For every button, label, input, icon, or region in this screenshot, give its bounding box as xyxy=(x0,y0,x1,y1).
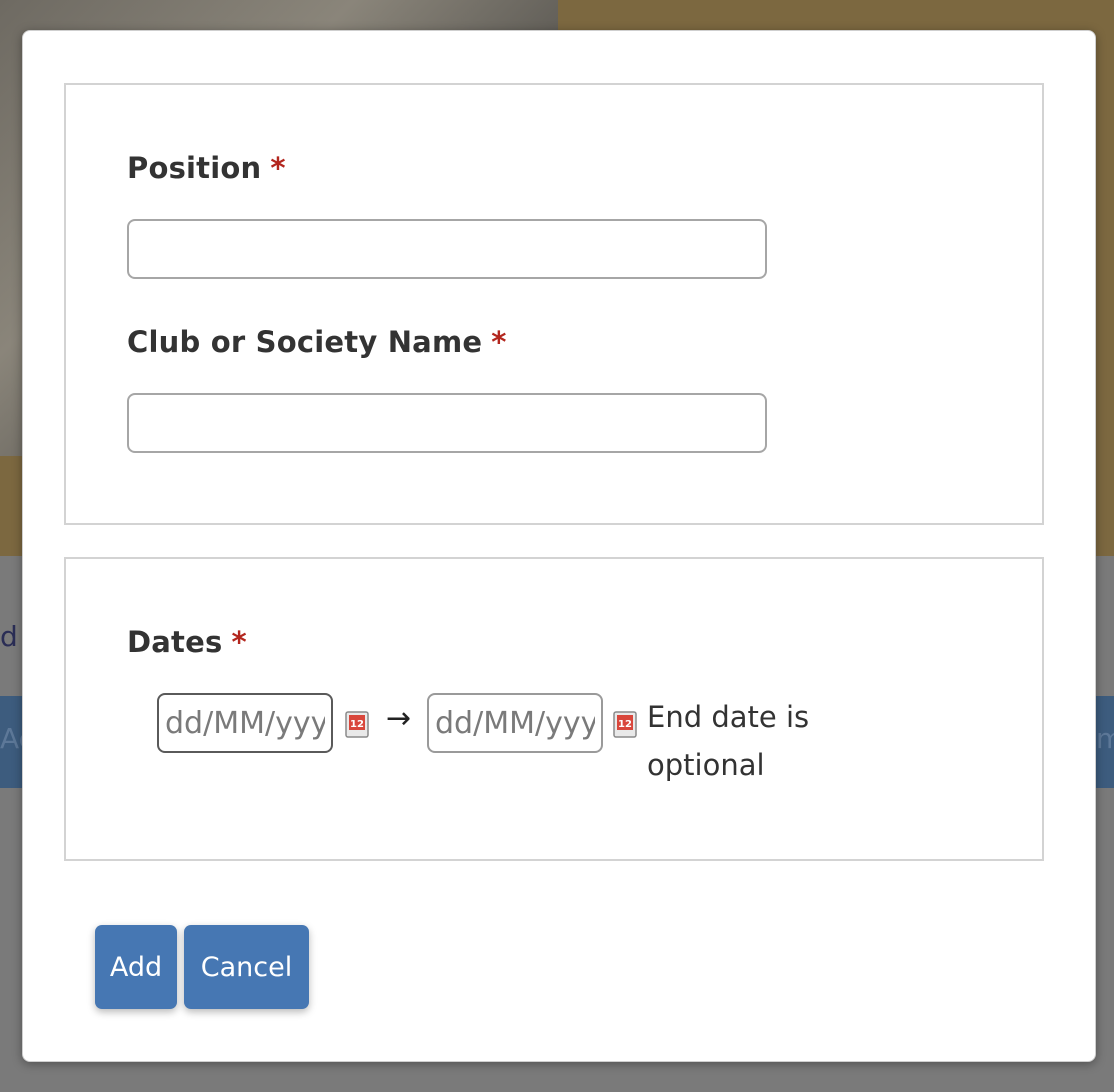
calendar-icon-badge: 12 xyxy=(350,719,364,730)
calendar-icon[interactable]: 12 xyxy=(344,709,370,739)
required-marker: * xyxy=(270,151,286,185)
add-position-dialog: Position* Club or Society Name* Dates* 1… xyxy=(22,30,1096,1062)
club-name-label-text: Club or Society Name xyxy=(127,325,483,359)
calendar-icon-badge: 12 xyxy=(618,719,632,730)
cancel-button[interactable]: Cancel xyxy=(184,925,309,1009)
add-button[interactable]: Add xyxy=(95,925,177,1009)
position-label-text: Position xyxy=(127,151,262,185)
end-date-hint: End date is optional xyxy=(647,700,810,782)
dates-fieldset: Dates* 12 → 12 End date is optional xyxy=(64,557,1044,861)
club-name-label: Club or Society Name * xyxy=(127,325,507,359)
position-input[interactable] xyxy=(127,219,767,279)
club-name-input[interactable] xyxy=(127,393,767,453)
start-date-input[interactable] xyxy=(157,693,333,753)
background-text-fragment: m xyxy=(1096,722,1114,755)
details-fieldset: Position * Club or Society Name * xyxy=(64,83,1044,525)
required-marker: * xyxy=(231,625,247,659)
background-text-fragment: d xyxy=(0,620,18,653)
end-date-input[interactable] xyxy=(427,693,603,753)
required-marker: * xyxy=(491,325,507,359)
right-arrow-icon: → xyxy=(386,701,412,736)
calendar-icon[interactable]: 12 xyxy=(612,709,638,739)
dates-label: Dates * xyxy=(127,625,247,659)
position-label: Position * xyxy=(127,151,286,185)
dates-label-text: Dates xyxy=(127,625,223,659)
